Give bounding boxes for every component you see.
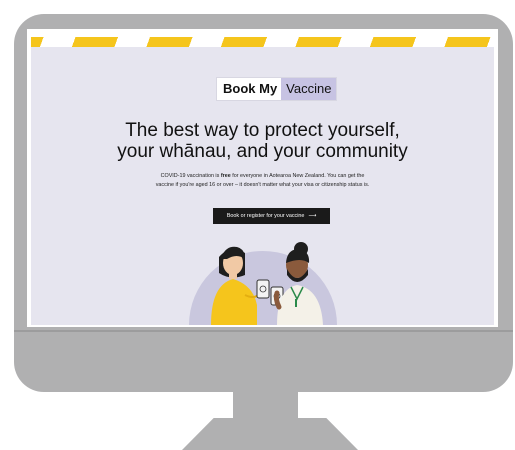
monitor-neck <box>233 392 298 420</box>
monitor-stand-base <box>182 418 358 450</box>
monitor-screen: Book My Vaccine The best way to protect … <box>27 29 498 327</box>
phone-left <box>256 279 270 299</box>
website-page: Book My Vaccine The best way to protect … <box>31 37 494 325</box>
people-with-phones-illustration <box>189 242 337 325</box>
monitor-chin-divider <box>14 330 513 332</box>
